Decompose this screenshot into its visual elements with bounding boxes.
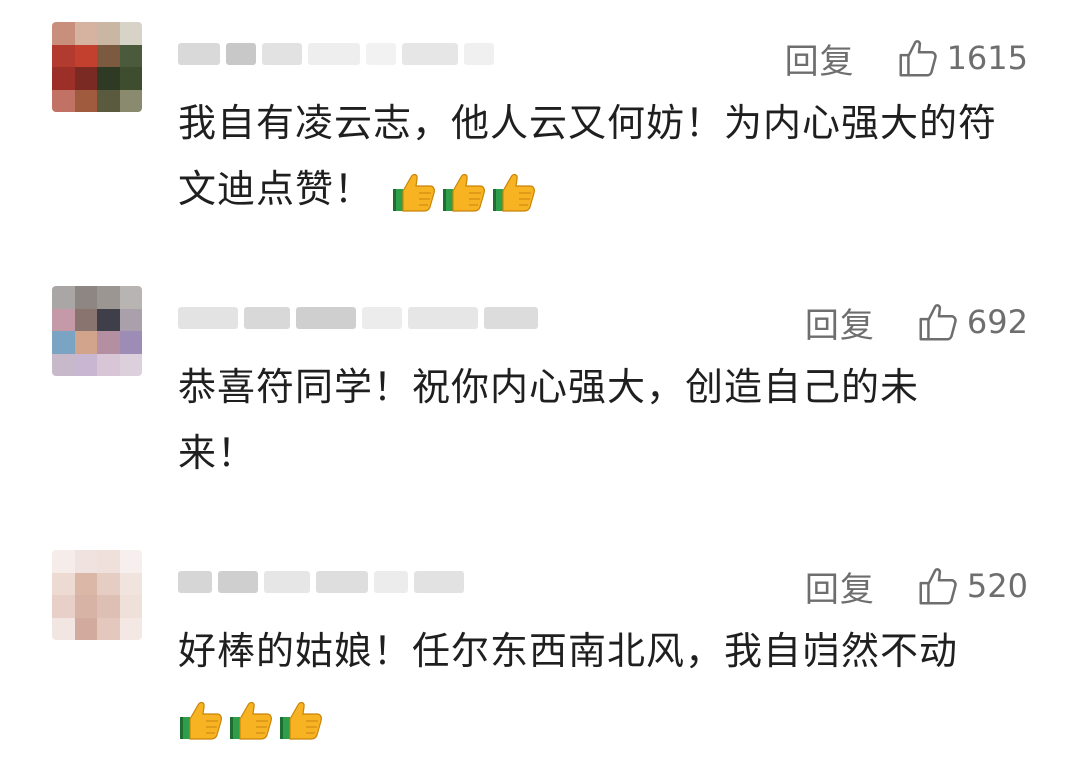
like-button[interactable]: 520 [915, 563, 1028, 609]
avatar[interactable] [52, 286, 142, 376]
comment-text: 我自有凌云志，他人云又何妨！为内心强大的符文迪点赞！ [178, 101, 998, 211]
thumbs-up-outline-icon [899, 40, 937, 77]
comment-item: 回复 520 好棒的姑娘！任尔东西南北风，我自岿然不动 [0, 548, 1080, 758]
comment-item: 回复 692 恭喜符同学！祝你内心强大，创造自己的未来！ [0, 284, 1080, 494]
comment-text-block: 好棒的姑娘！任尔东西南北风，我自岿然不动 [178, 618, 1008, 750]
comment-actions: 回复 692 [805, 296, 1028, 348]
comment-text-block: 恭喜符同学！祝你内心强大，创造自己的未来！ [178, 354, 958, 486]
like-button[interactable]: 1615 [895, 35, 1028, 81]
thumbs-up-emoji [443, 173, 485, 212]
thumbs-up-outline-icon [919, 568, 957, 605]
avatar[interactable] [52, 550, 142, 640]
avatar[interactable] [52, 22, 142, 112]
comment-item: 回复 1615 我自有凌云志，他人云又何妨！为内心强大的符文迪点赞！ [0, 20, 1080, 240]
reply-button[interactable]: 回复 [785, 34, 855, 83]
thumbs-up-emojis [391, 171, 537, 213]
like-button[interactable]: 692 [915, 299, 1028, 345]
thumbs-up-emoji [493, 173, 535, 212]
username-blurred[interactable] [178, 562, 464, 602]
thumbs-up-emoji [280, 701, 322, 740]
thumbs-up-emoji [180, 701, 222, 740]
thumbs-up-emoji [230, 701, 272, 740]
comment-actions: 回复 520 [805, 560, 1028, 612]
username-blurred[interactable] [178, 34, 494, 74]
thumbs-up-outline-icon [919, 304, 957, 341]
thumbs-up-emojis [178, 699, 324, 741]
reply-button[interactable]: 回复 [805, 298, 875, 347]
comment-text: 好棒的姑娘！任尔东西南北风，我自岿然不动 [178, 629, 959, 673]
comment-actions: 回复 1615 [785, 32, 1028, 84]
like-count: 1615 [946, 39, 1028, 77]
like-count: 520 [966, 567, 1028, 605]
username-blurred[interactable] [178, 298, 538, 338]
comment-text: 恭喜符同学！祝你内心强大，创造自己的未来！ [178, 365, 920, 475]
like-count: 692 [966, 303, 1028, 341]
comment-text-block: 我自有凌云志，他人云又何妨！为内心强大的符文迪点赞！ [178, 90, 1008, 222]
reply-button[interactable]: 回复 [805, 562, 875, 611]
thumbs-up-emoji [393, 173, 435, 212]
